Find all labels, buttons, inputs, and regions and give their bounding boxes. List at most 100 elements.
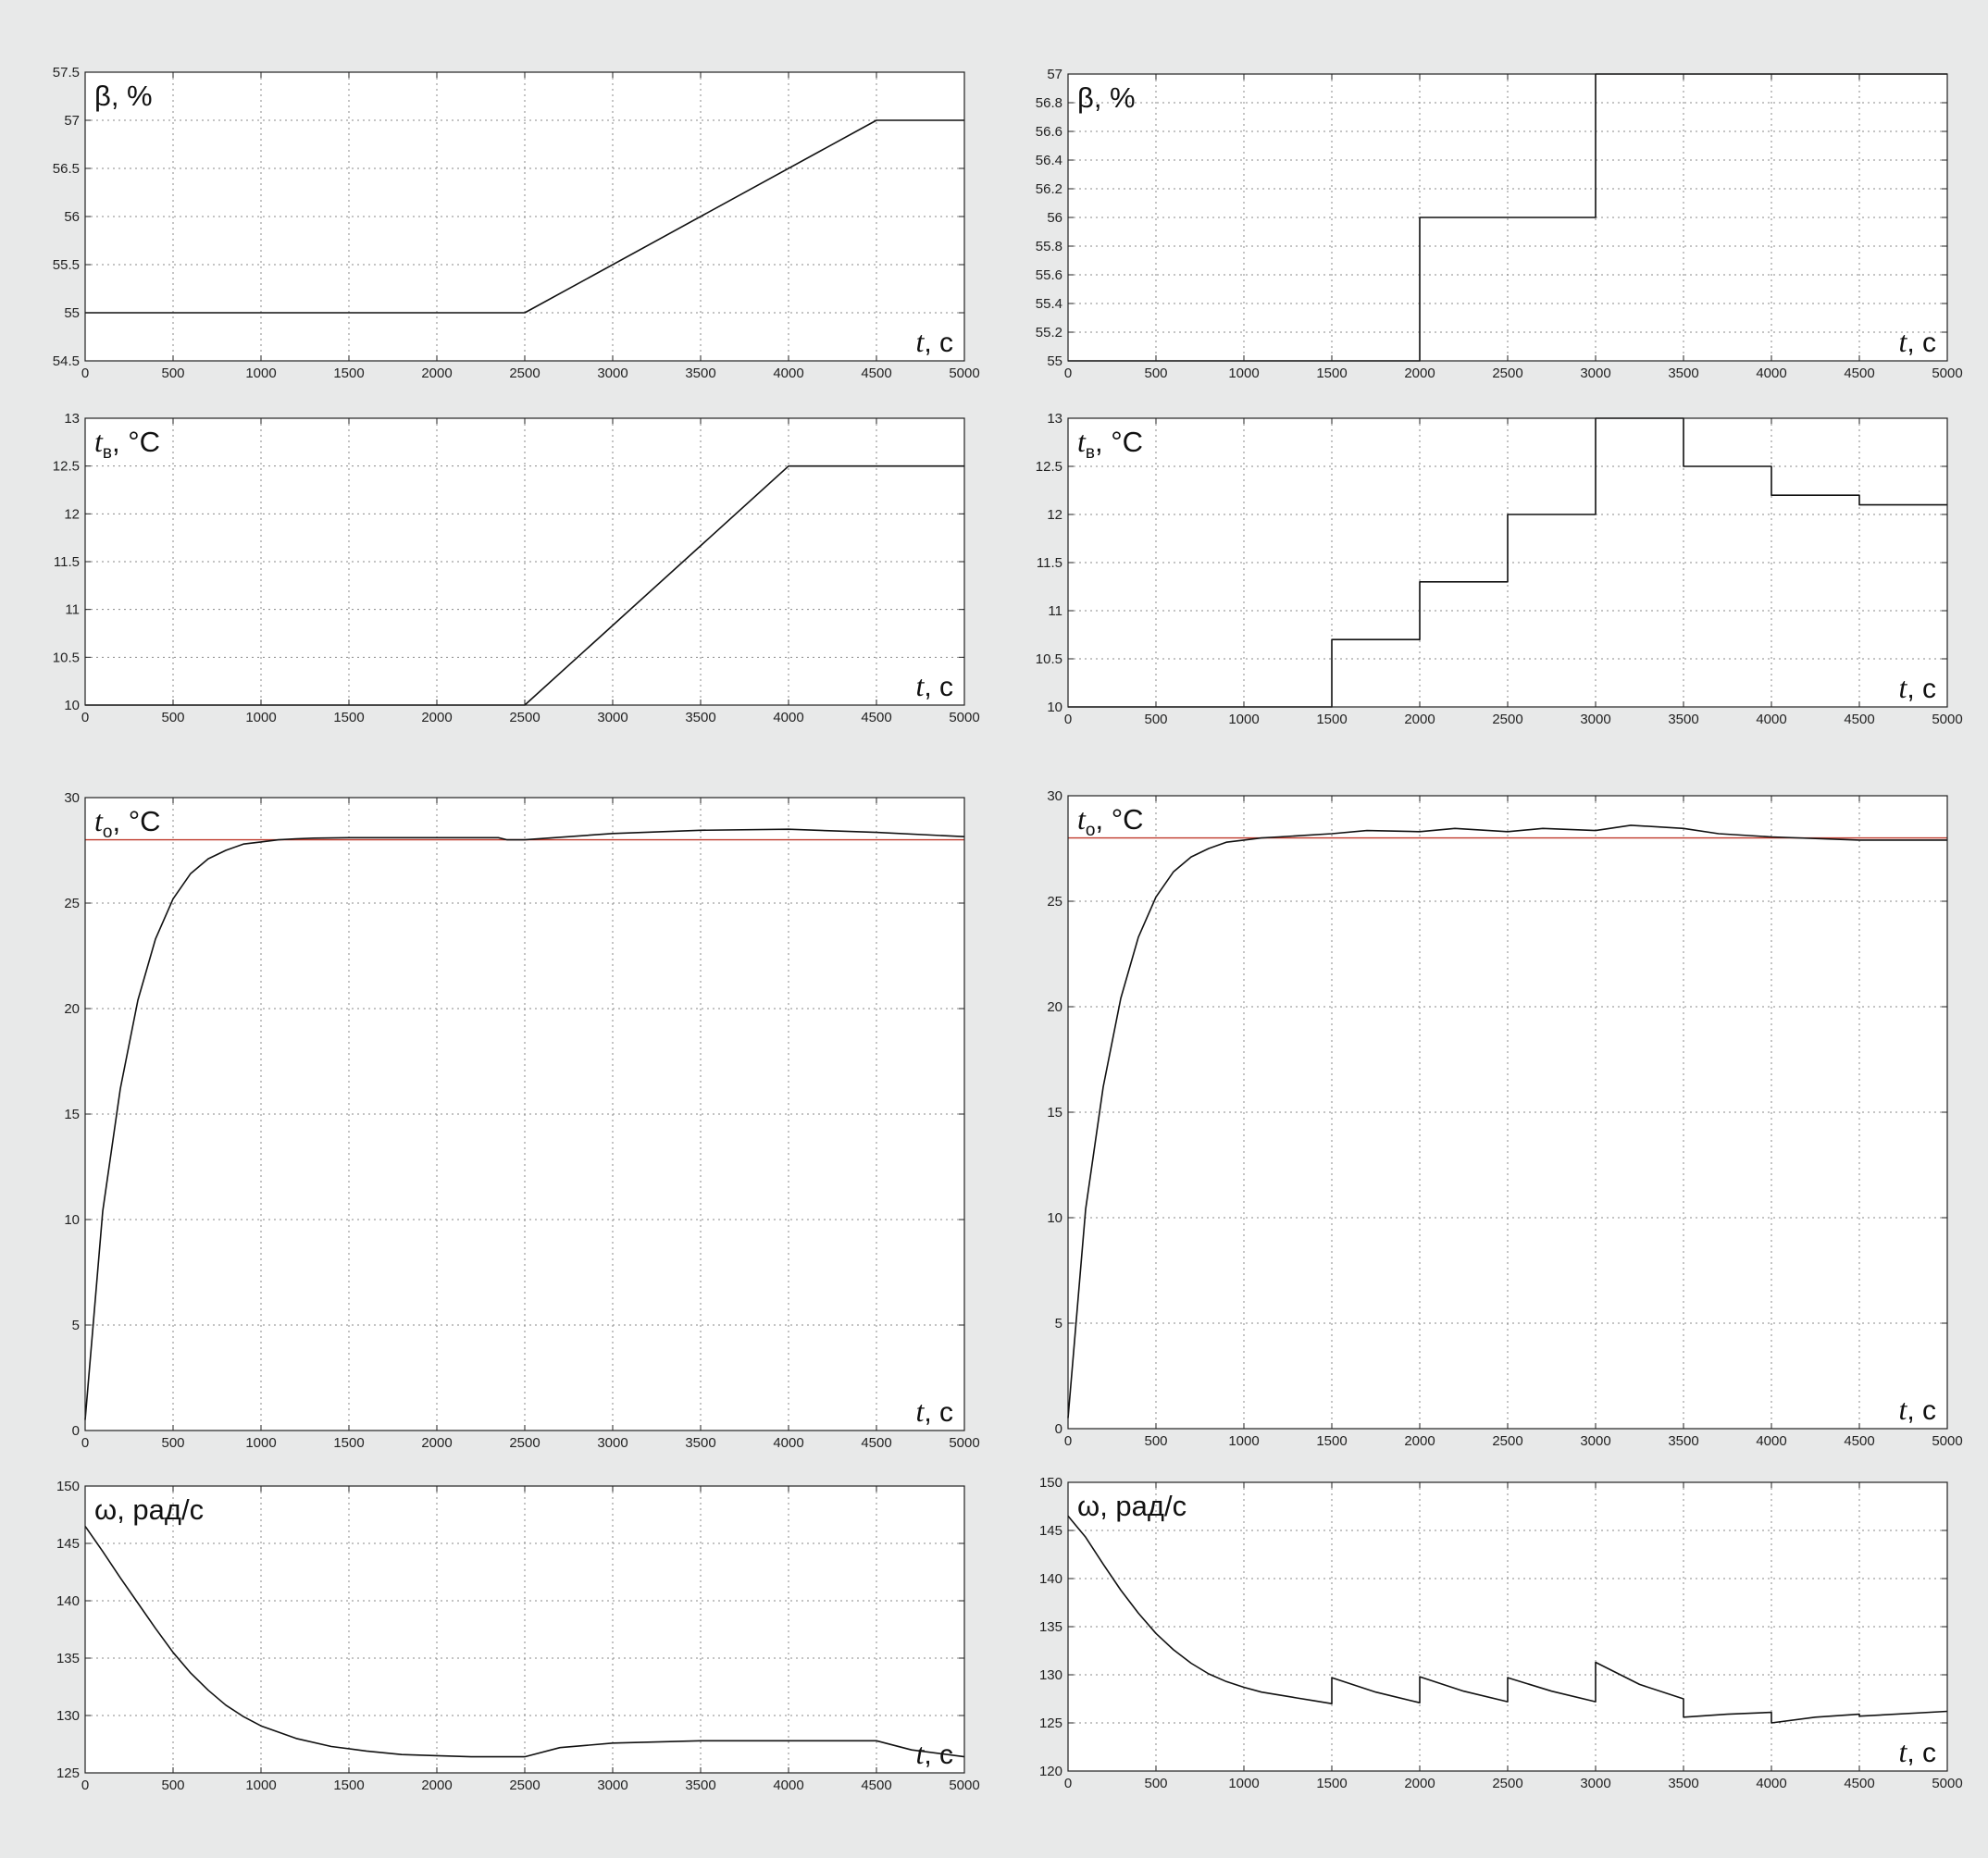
x-tick-label: 500	[1144, 1433, 1167, 1449]
y-tick-label: 55.6	[1036, 267, 1062, 283]
y-tick-label: 135	[56, 1651, 80, 1666]
x-tick-label: 0	[1064, 1433, 1072, 1449]
x-tick-label: 5000	[1932, 365, 1962, 381]
y-tick-label: 12	[64, 506, 80, 522]
x-tick-label: 3000	[1580, 1433, 1610, 1449]
y-tick-label: 57	[1047, 67, 1062, 82]
y-tick-label: 0	[1055, 1421, 1062, 1437]
y-tick-label: 0	[72, 1423, 80, 1439]
y-tick-label: 10.5	[1036, 651, 1062, 667]
x-tick-label: 1500	[1316, 1433, 1347, 1449]
x-tick-label: 4000	[1756, 1433, 1786, 1449]
y-tick-label: 10.5	[53, 650, 80, 665]
x-tick-label: 500	[161, 710, 184, 725]
x-tick-label: 4000	[773, 1777, 803, 1793]
x-tick-label: 4500	[1844, 1776, 1874, 1791]
y-tick-label: 56.6	[1036, 124, 1062, 140]
x-tick-label: 5000	[949, 1435, 979, 1451]
x-tick-label: 0	[81, 1777, 89, 1793]
y-tick-label: 56.4	[1036, 153, 1062, 168]
y-tick-label: 150	[1039, 1475, 1062, 1491]
y-tick-label: 12.5	[53, 459, 80, 475]
y-tick-label: 30	[64, 790, 80, 806]
y-tick-label: 56	[1047, 210, 1062, 226]
x-axis-label: t, с	[915, 669, 953, 702]
x-tick-label: 4000	[773, 710, 803, 725]
y-axis-label: β, %	[94, 80, 153, 112]
y-axis-label: β, %	[1077, 81, 1136, 114]
x-tick-label: 2500	[509, 1777, 540, 1793]
x-tick-label: 4500	[1844, 365, 1874, 381]
y-tick-label: 10	[1047, 700, 1062, 715]
x-tick-label: 0	[1064, 712, 1072, 727]
x-tick-label: 500	[161, 365, 184, 381]
x-tick-label: 3000	[597, 1435, 627, 1451]
x-tick-label: 2500	[1492, 712, 1522, 727]
x-tick-label: 3500	[685, 710, 715, 725]
x-tick-label: 0	[81, 710, 89, 725]
y-tick-label: 57	[64, 113, 80, 129]
x-tick-label: 1000	[245, 365, 276, 381]
y-tick-label: 56.5	[53, 161, 80, 177]
y-tick-label: 120	[1039, 1764, 1062, 1779]
y-tick-label: 150	[56, 1479, 80, 1494]
x-tick-label: 3000	[1580, 712, 1610, 727]
x-axis-label: t, с	[1898, 1735, 1936, 1768]
y-tick-label: 125	[1039, 1716, 1062, 1731]
x-tick-label: 2500	[509, 365, 540, 381]
y-tick-label: 15	[64, 1107, 80, 1122]
x-tick-label: 1000	[245, 1435, 276, 1451]
x-axis-label: t, с	[1898, 325, 1936, 358]
x-tick-label: 1000	[245, 710, 276, 725]
x-tick-label: 2000	[421, 1777, 452, 1793]
x-tick-label: 2000	[421, 1435, 452, 1451]
y-tick-label: 55.5	[53, 257, 80, 273]
x-tick-label: 1000	[1228, 712, 1259, 727]
y-tick-label: 13	[64, 411, 80, 427]
x-tick-label: 4500	[1844, 1433, 1874, 1449]
x-tick-label: 500	[1144, 1776, 1167, 1791]
x-tick-label: 4000	[1756, 712, 1786, 727]
y-tick-label: 20	[1047, 999, 1062, 1015]
x-tick-label: 2000	[1404, 365, 1435, 381]
y-tick-label: 56.8	[1036, 95, 1062, 111]
chart-5: 0 500 1000 1500 2000 2500 3000 3500 4000 4500 5000…	[64, 790, 979, 1451]
x-tick-label: 500	[161, 1435, 184, 1451]
y-axis-label: ω, рад/с	[94, 1493, 204, 1526]
y-tick-label: 55.2	[1036, 325, 1062, 341]
x-tick-label: 2000	[421, 710, 452, 725]
y-tick-label: 55.4	[1036, 296, 1062, 312]
x-tick-label: 3500	[685, 365, 715, 381]
y-tick-label: 25	[64, 896, 80, 911]
x-tick-label: 3500	[685, 1435, 715, 1451]
x-tick-label: 5000	[949, 365, 979, 381]
y-tick-label: 56.2	[1036, 181, 1062, 197]
x-tick-label: 2000	[1404, 1433, 1435, 1449]
x-tick-label: 4000	[1756, 1776, 1786, 1791]
y-tick-label: 11.5	[54, 554, 80, 570]
x-tick-label: 5000	[1932, 712, 1962, 727]
x-tick-label: 1000	[1228, 365, 1259, 381]
x-tick-label: 2000	[1404, 1776, 1435, 1791]
x-tick-label: 2500	[509, 1435, 540, 1451]
x-tick-label: 1500	[1316, 712, 1347, 727]
x-axis-label: t, с	[915, 1737, 953, 1770]
x-tick-label: 2500	[1492, 1776, 1522, 1791]
x-tick-label: 5000	[949, 1777, 979, 1793]
y-tick-label: 25	[1047, 894, 1062, 910]
chart-8: 0 500 1000 1500 2000 2500 3000 3500 4000 4500 5000…	[1039, 1475, 1963, 1791]
x-tick-label: 2500	[509, 710, 540, 725]
x-tick-label: 4500	[861, 1435, 891, 1451]
x-tick-label: 4000	[773, 1435, 803, 1451]
x-tick-label: 1500	[333, 1777, 364, 1793]
y-tick-label: 13	[1047, 411, 1062, 427]
x-tick-label: 5000	[1932, 1433, 1962, 1449]
y-tick-label: 145	[1039, 1523, 1062, 1539]
y-tick-label: 125	[56, 1765, 80, 1781]
x-tick-label: 500	[161, 1777, 184, 1793]
x-tick-label: 3500	[1668, 1433, 1698, 1449]
x-tick-label: 1000	[1228, 1776, 1259, 1791]
x-tick-label: 1500	[1316, 365, 1347, 381]
y-tick-label: 11	[1048, 603, 1062, 619]
x-axis-label: t, с	[1898, 1393, 1936, 1426]
